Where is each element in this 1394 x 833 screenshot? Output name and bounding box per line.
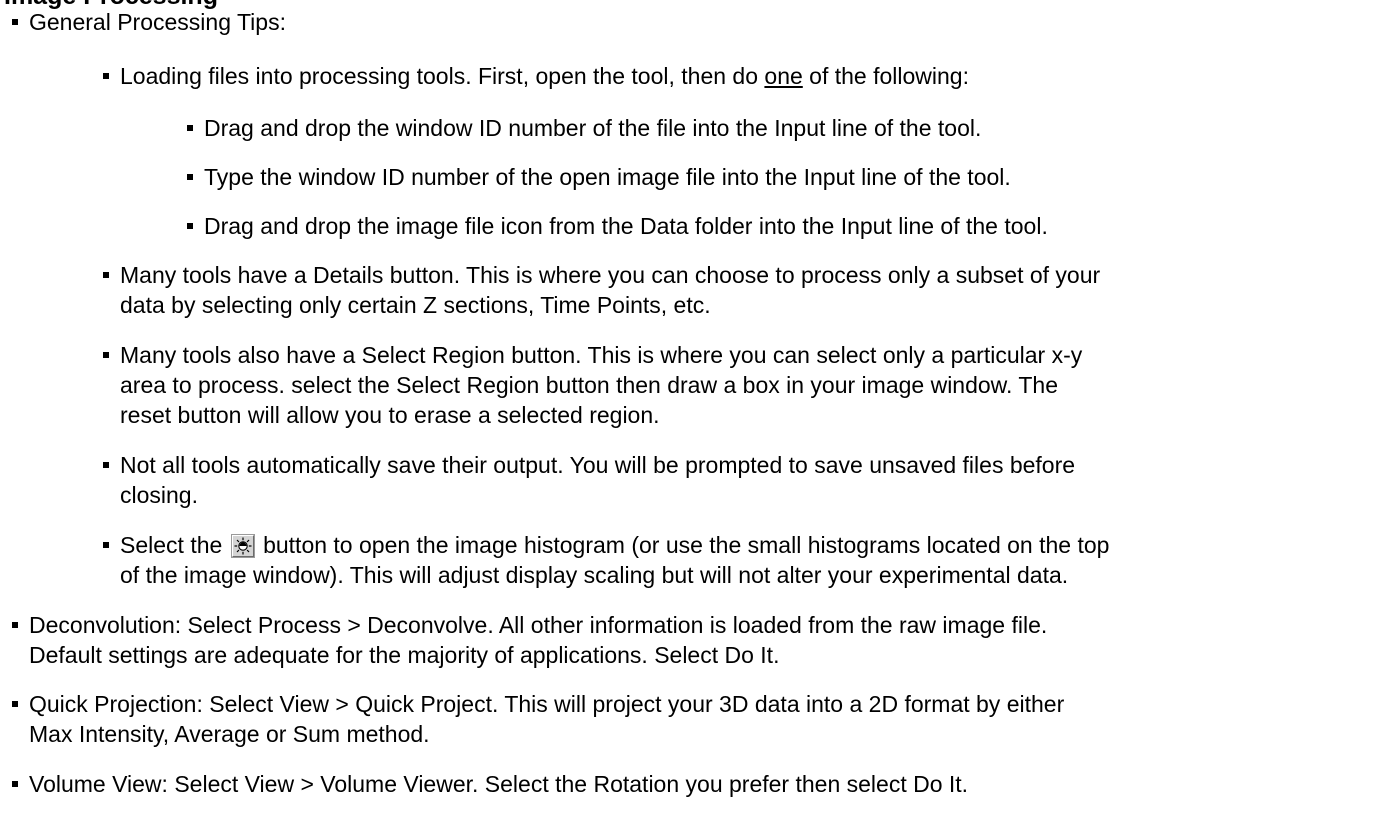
list-item-text: Quick Projection: Select View > Quick Pr…	[29, 691, 1065, 747]
underlined-word: one	[764, 63, 803, 89]
list-item-text: Drag and drop the window ID number of th…	[204, 115, 982, 141]
bullet-icon	[103, 73, 109, 79]
bullet-icon	[103, 462, 109, 468]
list-item-text: Many tools also have a Select Region but…	[120, 342, 1083, 428]
bullet-icon	[187, 125, 193, 131]
list-item-text: Deconvolution: Select Process > Deconvol…	[29, 612, 1048, 668]
list-item-text: Volume View: Select View > Volume Viewer…	[29, 771, 969, 797]
bullet-icon	[103, 272, 109, 278]
list-item-text: Many tools have a Details button. This i…	[120, 262, 1101, 318]
bullet-icon	[187, 223, 193, 229]
bullet-icon	[12, 781, 18, 787]
list-item-text: General Processing Tips:	[29, 9, 286, 35]
bullet-icon	[12, 622, 18, 628]
bullet-icon	[103, 542, 109, 548]
list-item-text: Loading files into processing tools. Fir…	[120, 63, 969, 89]
bullet-icon	[12, 701, 18, 707]
bullet-icon	[103, 352, 109, 358]
list-item-text: Drag and drop the image file icon from t…	[204, 213, 1048, 239]
histogram-icon[interactable]	[230, 534, 255, 558]
list-item-text: Type the window ID number of the open im…	[204, 164, 1011, 190]
bullet-icon	[12, 19, 18, 25]
list-item-text: Not all tools automatically save their o…	[120, 452, 1076, 508]
bullet-icon	[187, 174, 193, 180]
list-item-text: Select the button to open the image hist…	[120, 532, 1110, 588]
